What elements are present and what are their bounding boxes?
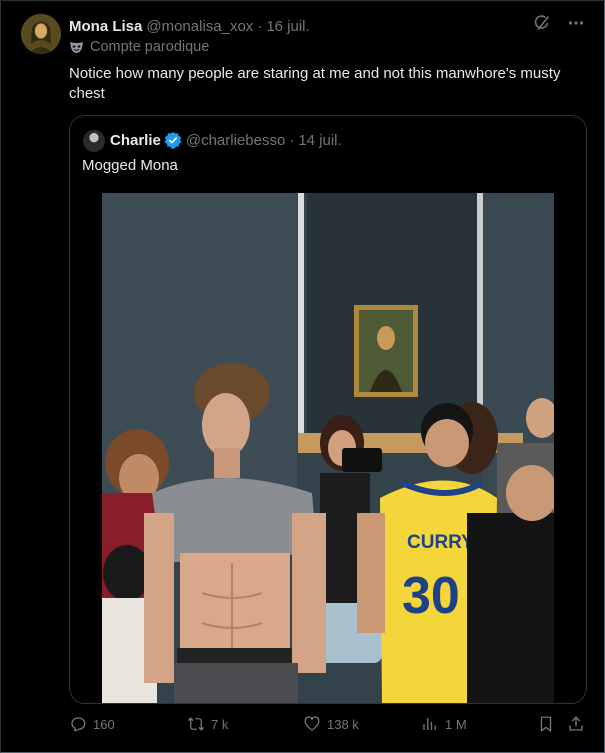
author-handle[interactable]: @monalisa_xox <box>146 18 253 35</box>
tweet-date[interactable]: 16 juil. <box>266 18 309 35</box>
repost-button[interactable]: 7 k <box>187 715 228 733</box>
jersey-number: 30 <box>402 567 460 625</box>
reply-icon <box>71 717 86 732</box>
jersey-name: CURRY <box>407 532 474 553</box>
parody-badge: Compte parodique <box>69 39 209 55</box>
quoted-author-avatar[interactable] <box>83 130 105 152</box>
quoted-tweet-header: Charlie @charliebesso · 14 juil. <box>110 131 342 149</box>
quoted-author-name[interactable]: Charlie <box>110 132 161 149</box>
separator: · <box>257 17 263 35</box>
bookmark-icon <box>540 716 552 733</box>
repost-icon <box>187 717 205 731</box>
quoted-author-handle[interactable]: @charliebesso <box>186 132 285 149</box>
parody-label: Compte parodique <box>90 39 210 55</box>
tweet-photo[interactable]: CURRY 30 <box>102 193 554 703</box>
more-icon[interactable] <box>567 14 585 36</box>
share-button[interactable] <box>567 715 585 733</box>
mask-icon <box>70 41 83 53</box>
tweet-header: Mona Lisa @monalisa_xox · 16 juil. <box>69 14 585 36</box>
like-count: 138 k <box>327 716 359 732</box>
view-count: 1 M <box>445 716 467 732</box>
like-icon <box>304 716 320 731</box>
reply-count: 160 <box>93 716 115 732</box>
bookmark-button[interactable] <box>537 715 555 733</box>
quoted-tweet-text: Mogged Mona <box>82 157 178 174</box>
like-button[interactable]: 138 k <box>303 715 359 733</box>
views-icon <box>423 718 436 730</box>
reply-button[interactable]: 160 <box>69 715 115 733</box>
quoted-tweet[interactable]: Charlie @charliebesso · 14 juil. Mogged … <box>69 115 587 704</box>
views-button[interactable]: 1 M <box>421 715 467 733</box>
share-icon <box>569 716 583 731</box>
author-avatar[interactable] <box>21 14 61 54</box>
action-bar: 160 7 k 138 k 1 M <box>69 715 591 737</box>
quoted-separator: · <box>289 131 295 149</box>
grok-icon[interactable] <box>533 14 551 36</box>
repost-count: 7 k <box>211 716 229 732</box>
author-name[interactable]: Mona Lisa <box>69 18 142 35</box>
tweet-text: Notice how many people are staring at me… <box>69 65 561 102</box>
quoted-tweet-date[interactable]: 14 juil. <box>298 132 341 149</box>
verified-icon <box>164 131 182 149</box>
